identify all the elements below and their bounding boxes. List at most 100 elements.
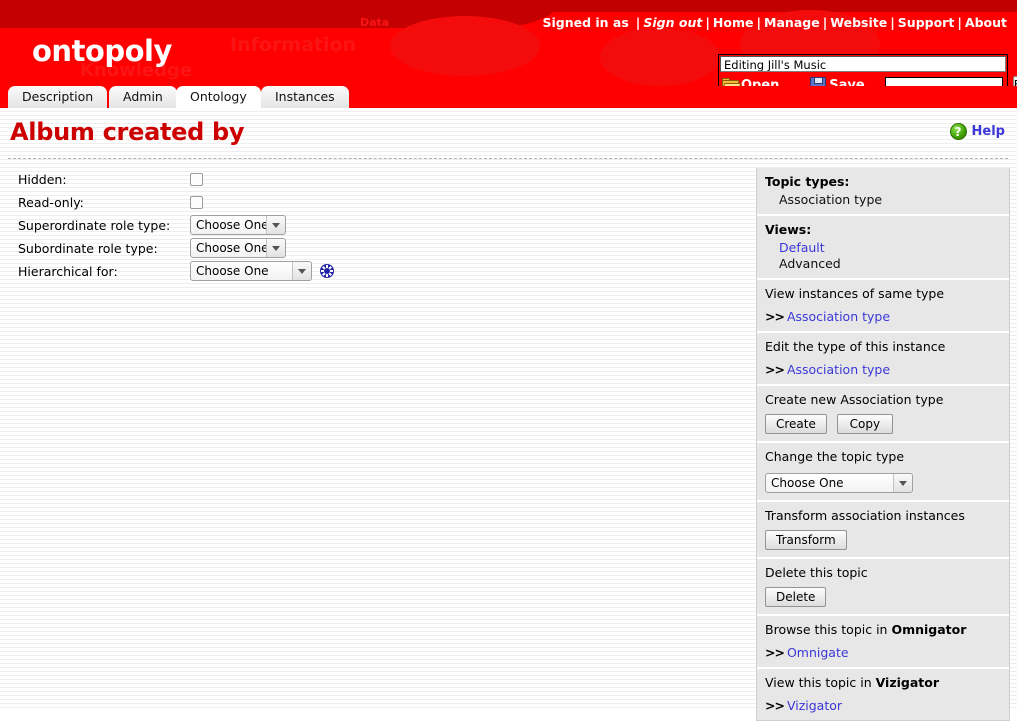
nav-separator: | (954, 15, 965, 30)
save-button[interactable]: Save (810, 77, 864, 86)
nav-link-home[interactable]: Home (713, 15, 754, 30)
checkbox-hidden[interactable] (190, 173, 203, 186)
label-superordinate-role-type: Superordinate role type: (18, 218, 190, 233)
property-form: Hidden: Read-only: Superordinate role ty… (18, 168, 718, 283)
transform-button[interactable]: Transform (765, 530, 847, 550)
vizigator-link-row: >>Vizigator (765, 694, 1001, 713)
checkbox-read-only[interactable] (190, 196, 203, 209)
select-superordinate-role-type[interactable]: Choose One (190, 215, 286, 235)
arrow-marker: >> (765, 309, 784, 324)
nav-link-manage[interactable]: Manage (764, 15, 820, 30)
nav-separator: | (887, 15, 898, 30)
sidebar-block-views: Views: Default Advanced (757, 216, 1009, 280)
nav-link-support[interactable]: Support (898, 15, 955, 30)
view-option-advanced[interactable]: Advanced (765, 255, 1001, 271)
label-hidden: Hidden: (18, 172, 190, 187)
omnigate-link[interactable]: Omnigate (787, 645, 849, 660)
label-read-only: Read-only: (18, 195, 190, 210)
edit-type-link[interactable]: Association type (787, 362, 890, 377)
select-hierarchical-for[interactable]: Choose One (190, 261, 312, 281)
toolbar-actions-row: Open... Save Find (719, 72, 1007, 86)
copy-button[interactable]: Copy (837, 414, 893, 434)
nav-link-website[interactable]: Website (830, 15, 887, 30)
select-subordinate-role-type[interactable]: Choose One (190, 238, 286, 258)
edit-type-link-row: >>Association type (765, 358, 1001, 377)
burst-target-icon[interactable] (320, 264, 334, 278)
chevron-down-icon (893, 474, 912, 492)
watermark-word-information: Information (230, 34, 356, 56)
nav-link-about[interactable]: About (965, 15, 1007, 30)
transform-text: Transform association instances (765, 508, 1001, 527)
nav-separator: | (753, 15, 764, 30)
delete-button[interactable]: Delete (765, 587, 826, 607)
select-change-topic-type[interactable]: Choose One (765, 473, 913, 493)
page-title-row: Album created by ? Help (0, 108, 1017, 156)
arrow-marker: >> (765, 362, 784, 377)
sidebar-block-vizigator: View this topic in Vizigator >>Vizigator (757, 669, 1009, 720)
sidebar-block-create-new: Create new Association type Create Copy (757, 386, 1009, 443)
folder-open-icon (722, 78, 739, 86)
views-heading: Views: (765, 222, 1001, 239)
browse-omnigator-text: Browse this topic in Omnigator (765, 622, 1001, 641)
form-row-superordinate-role-type: Superordinate role type: Choose One (18, 214, 718, 236)
tab-instances[interactable]: Instances (261, 86, 349, 108)
floppy-disk-icon (810, 77, 826, 86)
find-button[interactable]: Find (1013, 76, 1017, 87)
header-swoosh-decoration (0, 0, 560, 28)
select-change-topic-type-value: Choose One (771, 476, 844, 490)
omnigate-link-row: >>Omnigate (765, 641, 1001, 660)
tab-bar: Description Admin Ontology Instances (0, 86, 1017, 108)
open-button[interactable]: Open... (722, 78, 794, 87)
omnigator-app-name: Omnigator (891, 622, 966, 637)
tab-ontology[interactable]: Ontology (176, 86, 261, 108)
chevron-down-icon (266, 216, 285, 234)
page-title: Album created by (10, 118, 244, 146)
form-row-read-only: Read-only: (18, 191, 718, 213)
select-subordinate-role-type-value: Choose One (196, 241, 269, 255)
form-row-hierarchical-for: Hierarchical for: Choose One (18, 260, 718, 282)
arrow-marker: >> (765, 645, 784, 660)
save-button-label: Save (829, 78, 864, 87)
title-divider (8, 158, 1008, 159)
question-mark-circle-icon: ? (950, 123, 967, 140)
form-row-subordinate-role-type: Subordinate role type: Choose One (18, 237, 718, 259)
open-button-label: Open... (741, 78, 794, 87)
view-instances-link-row: >>Association type (765, 305, 1001, 324)
sidebar-block-view-instances: View instances of same type >>Associatio… (757, 280, 1009, 333)
action-sidebar: Topic types: Association type Views: Def… (756, 168, 1010, 721)
edit-type-text: Edit the type of this instance (765, 339, 1001, 358)
select-hierarchical-for-value: Choose One (196, 264, 269, 278)
site-header: Information Knowledge Data Ontopoly onto… (0, 0, 1017, 86)
sidebar-block-delete: Delete this topic Delete (757, 559, 1009, 616)
form-row-hidden: Hidden: (18, 168, 718, 190)
delete-text: Delete this topic (765, 565, 1001, 584)
topic-types-heading: Topic types: (765, 174, 1001, 191)
sidebar-block-topic-types: Topic types: Association type (757, 168, 1009, 216)
editing-toolbar: Editing Jill's Music Open... Save Find (718, 54, 1008, 86)
select-superordinate-role-type-value: Choose One (196, 218, 269, 232)
view-default-link[interactable]: Default (779, 240, 825, 255)
search-input[interactable] (885, 77, 1003, 87)
change-topic-type-text: Change the topic type (765, 449, 1001, 468)
nav-separator: | (702, 15, 713, 30)
label-subordinate-role-type: Subordinate role type: (18, 241, 190, 256)
view-option-default[interactable]: Default (765, 239, 1001, 255)
label-hierarchical-for: Hierarchical for: (18, 264, 190, 279)
create-new-text: Create new Association type (765, 392, 1001, 411)
vizigator-app-name: Vizigator (876, 675, 939, 690)
help-link[interactable]: ? Help (950, 123, 1005, 140)
chevron-down-icon (266, 239, 285, 257)
sidebar-block-transform: Transform association instances Transfor… (757, 502, 1009, 559)
ontopoly-logo: ontopoly (32, 37, 172, 66)
browse-omnigator-prefix: Browse this topic in (765, 622, 891, 637)
view-instances-link[interactable]: Association type (787, 309, 890, 324)
tab-admin[interactable]: Admin (109, 86, 177, 108)
view-vizigator-text: View this topic in Vizigator (765, 675, 1001, 694)
nav-separator: | (633, 15, 644, 30)
help-label: Help (972, 124, 1005, 139)
tab-description[interactable]: Description (8, 86, 107, 108)
sidebar-block-omnigator: Browse this topic in Omnigator >>Omnigat… (757, 616, 1009, 669)
create-button[interactable]: Create (765, 414, 827, 434)
chevron-down-icon (292, 262, 311, 280)
nav-link-sign-out[interactable]: Sign out (643, 15, 702, 30)
